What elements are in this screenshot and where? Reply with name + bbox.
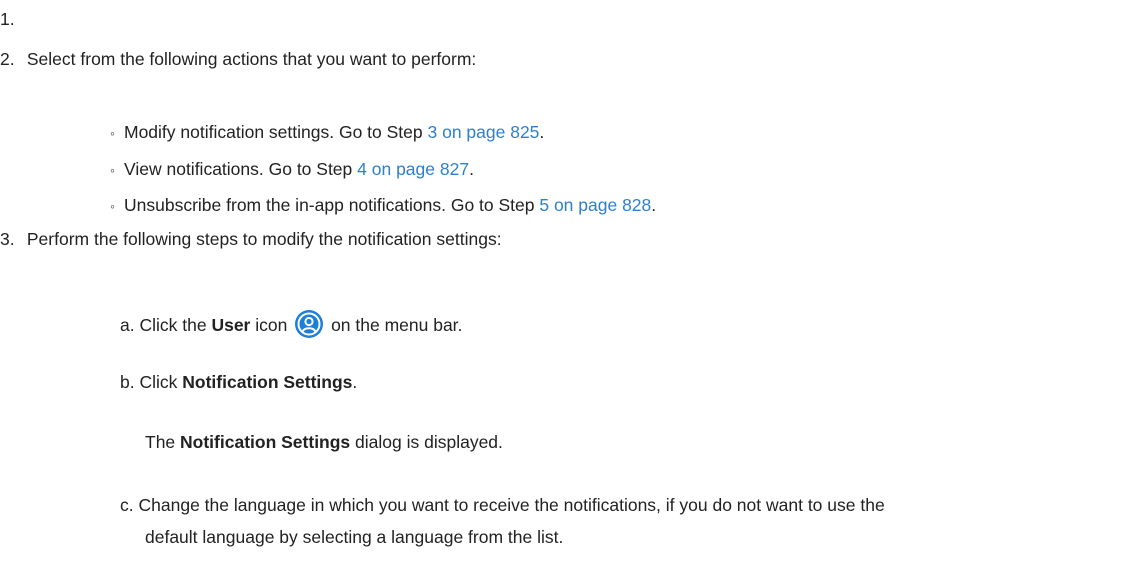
bullet-item-1: ◦ Modify notification settings. Go to Ste… (110, 120, 544, 145)
bullet-item-3: ◦ Unsubscribe from the in-app notificatio… (110, 193, 656, 218)
bullet-item-2: ◦ View notifications. Go to Step 4 on pag… (110, 157, 474, 182)
step-2-number: 2. (0, 49, 15, 69)
bullet-icon: ◦ (110, 198, 115, 214)
user-term: User (211, 315, 251, 335)
bullet-icon: ◦ (110, 162, 115, 178)
substep-c-line1: Change the language in which you want to… (138, 495, 885, 515)
substep-c: c. Change the language in which you want… (120, 493, 885, 517)
substep-c-continued: default language by selecting a language… (145, 525, 563, 549)
step-3: 3. Perform the following steps to modify… (0, 227, 502, 251)
link-step-4[interactable]: 4 on page 827 (357, 159, 469, 179)
link-step-3[interactable]: 3 on page 825 (428, 122, 540, 142)
substep-a-label: a. (120, 315, 135, 335)
notification-settings-term: Notification Settings (182, 372, 353, 392)
result-pre: The (145, 432, 181, 452)
bullet-icon: ◦ (110, 125, 115, 141)
notification-settings-dialog-term: Notification Settings (180, 432, 351, 452)
bullet-text: View notifications. Go to Step (124, 159, 358, 179)
step-2-text: Select from the following actions that y… (26, 49, 477, 69)
substep-c-label: c. (120, 495, 134, 515)
document-page: 1. 2. Select from the following actions … (0, 0, 1142, 575)
step-1-number: 1. (0, 9, 15, 29)
substep-b: b. Click Notification Settings. (120, 370, 357, 394)
substep-b-result: The Notification Settings dialog is disp… (145, 430, 503, 454)
step-3-text: Perform the following steps to modify th… (26, 229, 502, 249)
substep-b-label: b. (120, 372, 135, 392)
bullet-end: . (539, 122, 545, 142)
substep-a: a. Click the User icon on the menu bar. (120, 309, 462, 339)
step-3-number: 3. (0, 229, 15, 249)
user-icon (294, 309, 324, 339)
substep-a-pre: Click the (139, 315, 212, 335)
substep-a-post: on the menu bar. (326, 315, 463, 335)
substep-a-mid: icon (250, 315, 293, 335)
link-step-5[interactable]: 5 on page 828 (539, 195, 651, 215)
bullet-end: . (469, 159, 474, 179)
bullet-text: Unsubscribe from the in-app notification… (124, 195, 540, 215)
bullet-end: . (651, 195, 657, 215)
step-2: 2. Select from the following actions tha… (0, 47, 476, 71)
step-1: 1. (0, 7, 15, 31)
substep-b-pre: Click (139, 372, 183, 392)
bullet-text: Modify notification settings. Go to Step (124, 122, 428, 142)
substep-b-post: . (352, 372, 358, 392)
result-post: dialog is displayed. (350, 432, 503, 452)
substep-c-line2: default language by selecting a language… (145, 527, 564, 547)
